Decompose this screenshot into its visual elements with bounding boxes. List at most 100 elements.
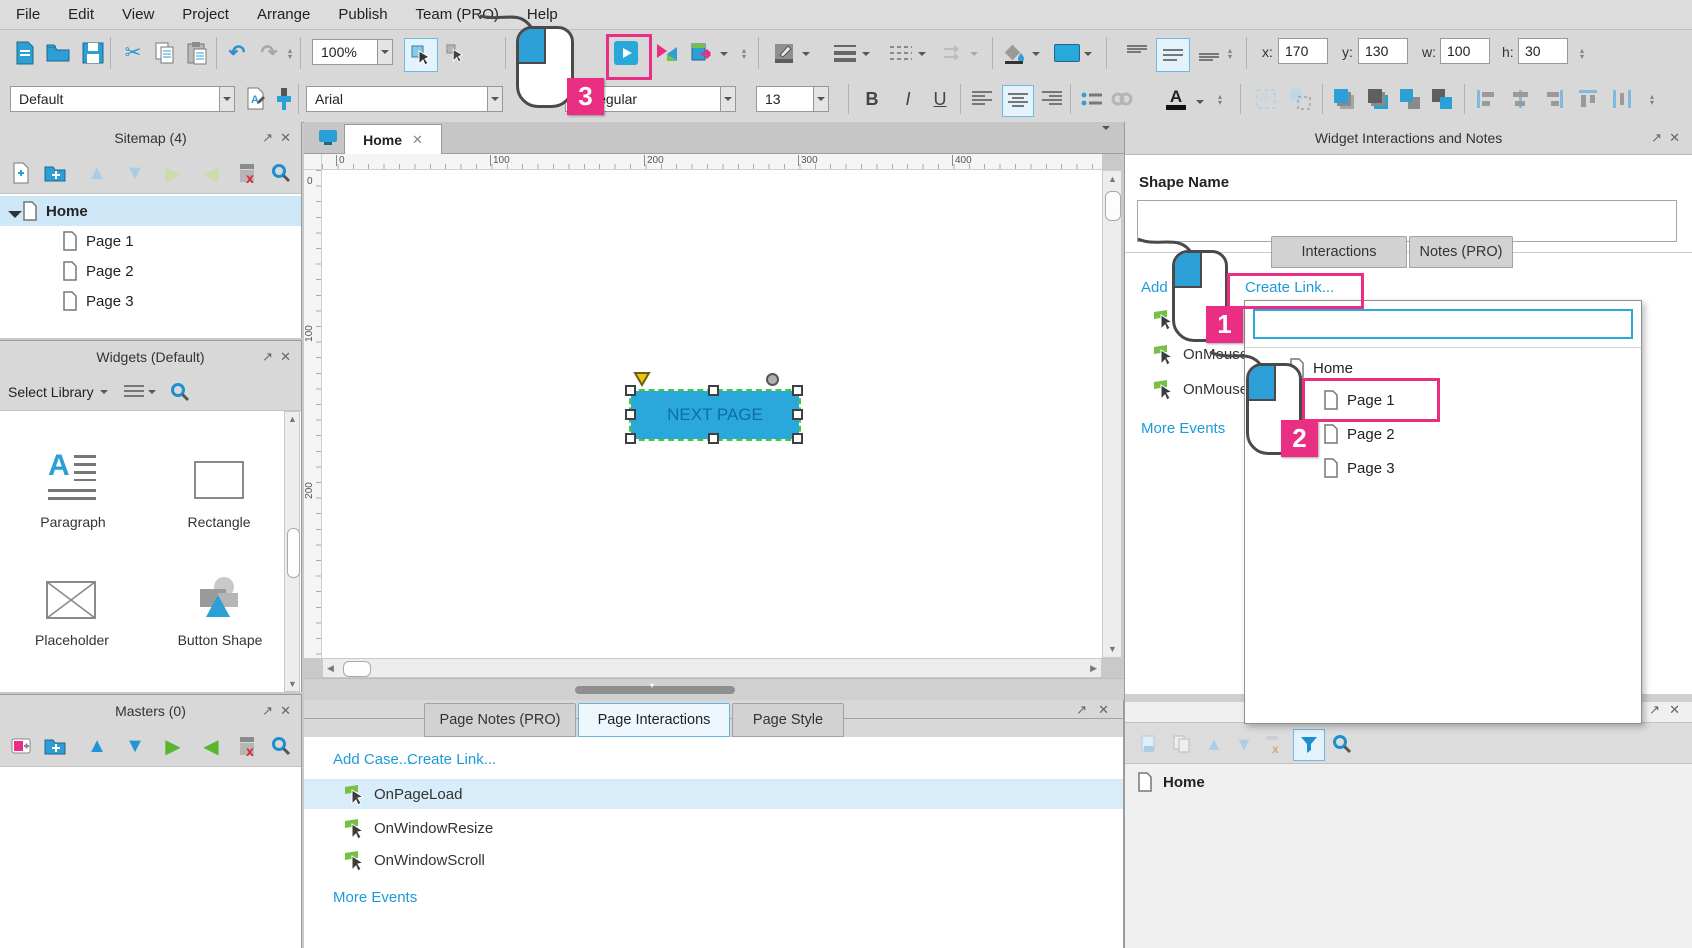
toolbar-overflow-icon[interactable]: ▴▾	[1228, 48, 1232, 60]
move-up-icon[interactable]: ▲	[84, 160, 110, 186]
page-search-input[interactable]	[1253, 309, 1633, 339]
close-panel-icon[interactable]: ✕	[280, 349, 291, 365]
widget-button-shape-icon[interactable]	[192, 575, 242, 622]
indent-right-icon[interactable]: ▶	[160, 733, 186, 759]
font-family-arrow-icon[interactable]	[487, 86, 503, 112]
dropdown-item-page3[interactable]: Page 3	[1323, 455, 1395, 481]
close-panel-icon[interactable]: ✕	[1669, 130, 1680, 146]
tab-interactions[interactable]: Interactions	[1271, 236, 1407, 268]
toolbar-overflow-icon[interactable]: ▴▾	[742, 48, 746, 60]
sitemap-item-home[interactable]: Home	[0, 196, 301, 226]
align-left-edges-icon[interactable]	[1472, 85, 1500, 113]
x-field[interactable]	[1278, 38, 1328, 64]
scroll-up-icon[interactable]: ▲	[1108, 174, 1117, 184]
toolbar-overflow-icon[interactable]: ▴▾	[1218, 94, 1222, 106]
menu-arrange[interactable]: Arrange	[257, 6, 310, 23]
next-page-widget[interactable]: NEXT PAGE	[631, 391, 799, 439]
toolbar-overflow-icon[interactable]: ▴▾	[288, 48, 292, 60]
publish-icon[interactable]	[652, 38, 682, 68]
close-panel-icon[interactable]: ✕	[280, 130, 291, 146]
bring-to-front-icon[interactable]	[1330, 85, 1358, 113]
menu-file[interactable]: File	[16, 6, 40, 23]
y-field[interactable]	[1358, 38, 1408, 64]
send-backward-icon[interactable]	[1428, 85, 1456, 113]
scroll-left-icon[interactable]: ◀	[327, 663, 334, 674]
scrollbar-thumb[interactable]	[287, 528, 300, 578]
resize-handle[interactable]	[625, 409, 636, 420]
widget-button-shape-label[interactable]: Button Shape	[168, 632, 272, 648]
add-case-link[interactable]: Add Case...	[333, 751, 411, 768]
line-weight-arrow-icon[interactable]	[858, 41, 874, 67]
line-style-arrow-icon[interactable]	[914, 41, 930, 67]
new-case-icon[interactable]	[1137, 731, 1163, 757]
widgets-scrollbar[interactable]: ▲ ▼	[284, 411, 300, 692]
arrow-style-arrow-icon[interactable]	[966, 41, 982, 67]
edit-style-icon[interactable]	[770, 38, 800, 68]
add-folder-icon[interactable]	[42, 733, 68, 759]
undock-icon[interactable]: ↗	[1076, 702, 1087, 718]
canvas-tab-home[interactable]: Home ✕	[344, 124, 442, 155]
redo-icon[interactable]: ↷	[254, 38, 284, 68]
search-icon[interactable]	[268, 733, 294, 759]
event-onwindowscroll[interactable]: OnWindowScroll	[304, 845, 1123, 875]
event-onpageload[interactable]: OnPageLoad	[304, 779, 1123, 809]
widget-menu-icon[interactable]	[124, 385, 144, 399]
more-events-link[interactable]: More Events	[333, 889, 417, 906]
align-top-edges-icon[interactable]	[1574, 85, 1602, 113]
indent-right-icon[interactable]: ▶	[160, 160, 186, 186]
undock-icon[interactable]: ↗	[1651, 130, 1662, 146]
delete-page-icon[interactable]: x	[236, 160, 262, 186]
select-pointer-alt-icon[interactable]	[440, 38, 470, 68]
line-weight-icon[interactable]	[830, 38, 860, 68]
copy-icon[interactable]	[150, 38, 180, 68]
tab-page-style[interactable]: Page Style	[732, 703, 844, 737]
valign-top-icon[interactable]	[1122, 38, 1152, 68]
close-panel-icon[interactable]: ✕	[1669, 702, 1680, 718]
align-right-edges-icon[interactable]	[1540, 85, 1568, 113]
select-pointer-icon[interactable]	[404, 38, 438, 72]
expand-icon[interactable]	[8, 204, 22, 218]
arrow-style-icon[interactable]	[938, 38, 968, 68]
shape-name-input[interactable]	[1137, 200, 1677, 242]
widget-paragraph-label[interactable]: Paragraph	[30, 514, 116, 530]
toolbar-overflow-icon[interactable]: ▴▾	[1580, 48, 1584, 60]
close-tab-icon[interactable]: ✕	[412, 132, 423, 148]
paste-icon[interactable]	[182, 38, 212, 68]
tab-list-arrow-icon[interactable]	[1102, 130, 1110, 146]
menu-team[interactable]: Team (PRO)	[416, 6, 499, 23]
font-size-arrow-icon[interactable]	[813, 86, 829, 112]
fill-color-swatch-icon[interactable]	[1052, 38, 1082, 68]
more-events-link[interactable]: More Events	[1141, 420, 1225, 437]
toolbar-overflow-icon[interactable]: ▴▾	[1650, 94, 1654, 106]
fill-bucket-arrow-icon[interactable]	[1028, 41, 1044, 67]
interaction-marker-icon[interactable]	[766, 373, 779, 386]
valign-middle-icon[interactable]	[1156, 38, 1190, 72]
scroll-up-icon[interactable]: ▲	[288, 414, 297, 424]
event-onwindowresize[interactable]: OnWindowResize	[304, 813, 1123, 843]
w-field[interactable]	[1440, 38, 1490, 64]
tab-page-interactions[interactable]: Page Interactions	[578, 703, 730, 737]
resize-handle[interactable]	[708, 433, 719, 444]
sitemap-item-page3[interactable]: Page 3	[0, 286, 301, 316]
link-icon[interactable]	[1108, 85, 1136, 113]
fill-bucket-icon[interactable]	[1000, 38, 1030, 68]
select-library-dropdown[interactable]: Select Library	[8, 384, 94, 400]
widget-paragraph-icon[interactable]: A	[48, 449, 98, 505]
distribute-horizontal-icon[interactable]	[1608, 85, 1636, 113]
open-file-icon[interactable]	[43, 38, 73, 68]
close-panel-icon[interactable]: ✕	[1098, 702, 1109, 718]
new-file-icon[interactable]	[10, 38, 40, 68]
font-color-arrow-icon[interactable]	[1192, 89, 1208, 115]
zoom-select-arrow-icon[interactable]	[377, 39, 393, 65]
scroll-down-icon[interactable]: ▼	[1108, 644, 1117, 654]
resize-handle[interactable]	[625, 385, 636, 396]
widget-placeholder-label[interactable]: Placeholder	[24, 632, 120, 648]
line-style-icon[interactable]	[886, 38, 916, 68]
search-icon[interactable]	[268, 160, 294, 186]
valign-bottom-icon[interactable]	[1194, 38, 1224, 68]
scroll-right-icon[interactable]: ▶	[1090, 663, 1097, 674]
move-up-icon[interactable]: ▲	[84, 733, 110, 759]
undock-icon[interactable]: ↗	[262, 349, 273, 365]
canvas-vscrollbar[interactable]: ▲ ▼	[1102, 170, 1122, 658]
format-painter-icon[interactable]	[270, 85, 298, 113]
